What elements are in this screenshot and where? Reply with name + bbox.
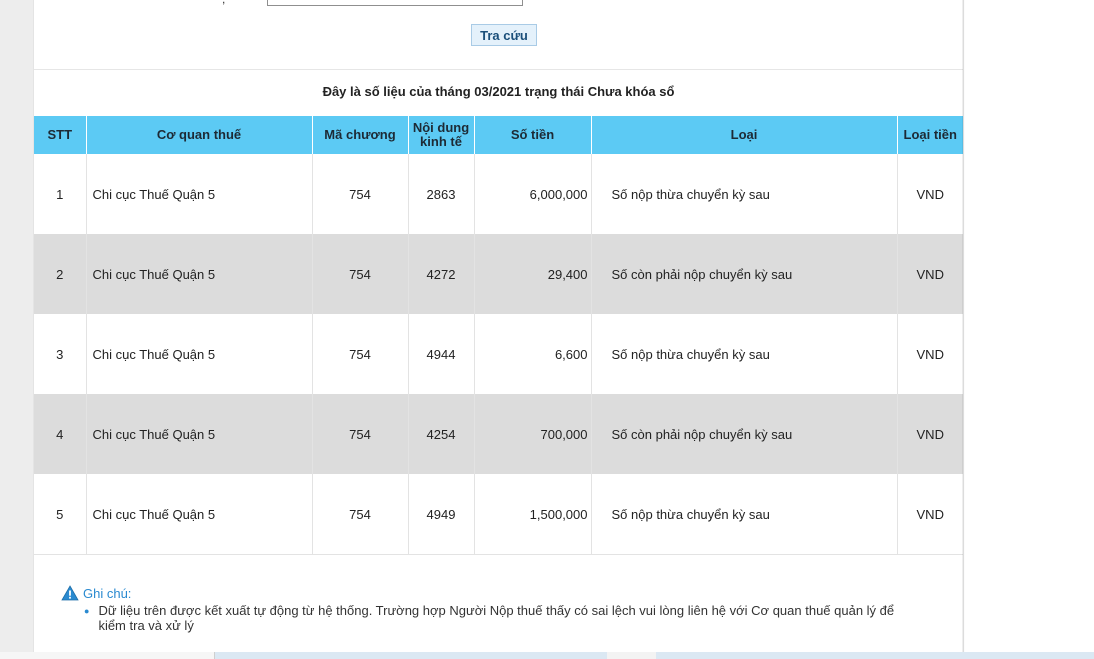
- search-button[interactable]: Tra cứu: [471, 24, 537, 46]
- cell-loai-tien: VND: [897, 474, 963, 554]
- cell-co-quan-thue: Chi cục Thuế Quận 5: [86, 154, 313, 234]
- header-noi-dung-line-1: Nội dung: [412, 120, 470, 135]
- header-stt[interactable]: STT: [34, 116, 87, 154]
- search-separator: ,: [222, 0, 225, 6]
- warning-icon: [61, 585, 79, 601]
- table-row: 2 Chi cục Thuế Quận 5 754 4272 29,400 Số…: [34, 234, 963, 314]
- cell-co-quan-thue: Chi cục Thuế Quận 5: [86, 474, 313, 554]
- header-loai-tien[interactable]: Loại tiền: [897, 116, 963, 154]
- page-background: [962, 0, 1094, 659]
- cell-so-tien: 1,500,000: [474, 474, 592, 554]
- note-text: Dữ liệu trên được kết xuất tự động từ hệ…: [98, 603, 895, 633]
- cell-noi-dung: 4272: [408, 234, 475, 314]
- main-panel: , Tra cứu Đây là số liệu của tháng 03/20…: [33, 0, 964, 652]
- scrollbar-thumb[interactable]: [215, 652, 607, 659]
- scrollbar-track-left[interactable]: [0, 652, 215, 659]
- header-noi-dung-kinh-te[interactable]: Nội dung kinh tế: [408, 116, 475, 154]
- note-section: Ghi chú: ● Dữ liệu trên được kết xuất tự…: [61, 585, 941, 633]
- cell-ma-chuong: 754: [312, 234, 409, 314]
- cell-stt: 5: [34, 474, 87, 554]
- cell-noi-dung: 4944: [408, 314, 475, 394]
- cell-so-tien: 6,000,000: [474, 154, 592, 234]
- table-header-row: STT Cơ quan thuế Mã chương Nội dung kinh…: [34, 116, 963, 154]
- cell-loai: Số nộp thừa chuyển kỳ sau: [591, 474, 898, 554]
- cell-noi-dung: 2863: [408, 154, 475, 234]
- cell-co-quan-thue: Chi cục Thuế Quận 5: [86, 234, 313, 314]
- cell-ma-chuong: 754: [312, 474, 409, 554]
- scrollbar-track-right[interactable]: [656, 652, 1094, 659]
- header-ma-chuong[interactable]: Mã chương: [312, 116, 409, 154]
- table-title: Đây là số liệu của tháng 03/2021 trạng t…: [322, 84, 675, 99]
- header-so-tien[interactable]: Số tiền: [474, 116, 592, 154]
- cell-noi-dung: 4254: [408, 394, 475, 474]
- header-loai[interactable]: Loại: [591, 116, 898, 154]
- cell-stt: 3: [34, 314, 87, 394]
- bullet-icon: ●: [84, 606, 90, 616]
- cell-ma-chuong: 754: [312, 394, 409, 474]
- divider: [34, 69, 963, 70]
- cell-so-tien: 6,600: [474, 314, 592, 394]
- note-title: Ghi chú:: [83, 585, 132, 601]
- cell-loai-tien: VND: [897, 234, 963, 314]
- note-item: ● Dữ liệu trên được kết xuất tự động từ …: [61, 603, 941, 633]
- cell-loai-tien: VND: [897, 394, 963, 474]
- cell-ma-chuong: 754: [312, 314, 409, 394]
- cell-stt: 2: [34, 234, 87, 314]
- cell-loai: Số còn phải nộp chuyển kỳ sau: [591, 394, 898, 474]
- cell-co-quan-thue: Chi cục Thuế Quận 5: [86, 394, 313, 474]
- cell-ma-chuong: 754: [312, 154, 409, 234]
- table-bottom-border: [34, 554, 963, 555]
- header-co-quan-thue[interactable]: Cơ quan thuế: [86, 116, 313, 154]
- table-row: 5 Chi cục Thuế Quận 5 754 4949 1,500,000…: [34, 474, 963, 554]
- cell-loai: Số nộp thừa chuyển kỳ sau: [591, 314, 898, 394]
- cell-loai-tien: VND: [897, 314, 963, 394]
- header-noi-dung-line-2: kinh tế: [420, 134, 462, 149]
- table-row: 4 Chi cục Thuế Quận 5 754 4254 700,000 S…: [34, 394, 963, 474]
- cell-co-quan-thue: Chi cục Thuế Quận 5: [86, 314, 313, 394]
- cell-loai: Số còn phải nộp chuyển kỳ sau: [591, 234, 898, 314]
- panel-shadow: [962, 0, 965, 652]
- table-row: 1 Chi cục Thuế Quận 5 754 2863 6,000,000…: [34, 154, 963, 234]
- cell-stt: 4: [34, 394, 87, 474]
- cell-stt: 1: [34, 154, 87, 234]
- tax-data-table: STT Cơ quan thuế Mã chương Nội dung kinh…: [34, 116, 963, 554]
- note-header: Ghi chú:: [61, 585, 941, 601]
- cell-loai: Số nộp thừa chuyển kỳ sau: [591, 154, 898, 234]
- cell-so-tien: 29,400: [474, 234, 592, 314]
- cell-loai-tien: VND: [897, 154, 963, 234]
- search-input[interactable]: [267, 0, 523, 6]
- cell-noi-dung: 4949: [408, 474, 475, 554]
- table-row: 3 Chi cục Thuế Quận 5 754 4944 6,600 Số …: [34, 314, 963, 394]
- cell-so-tien: 700,000: [474, 394, 592, 474]
